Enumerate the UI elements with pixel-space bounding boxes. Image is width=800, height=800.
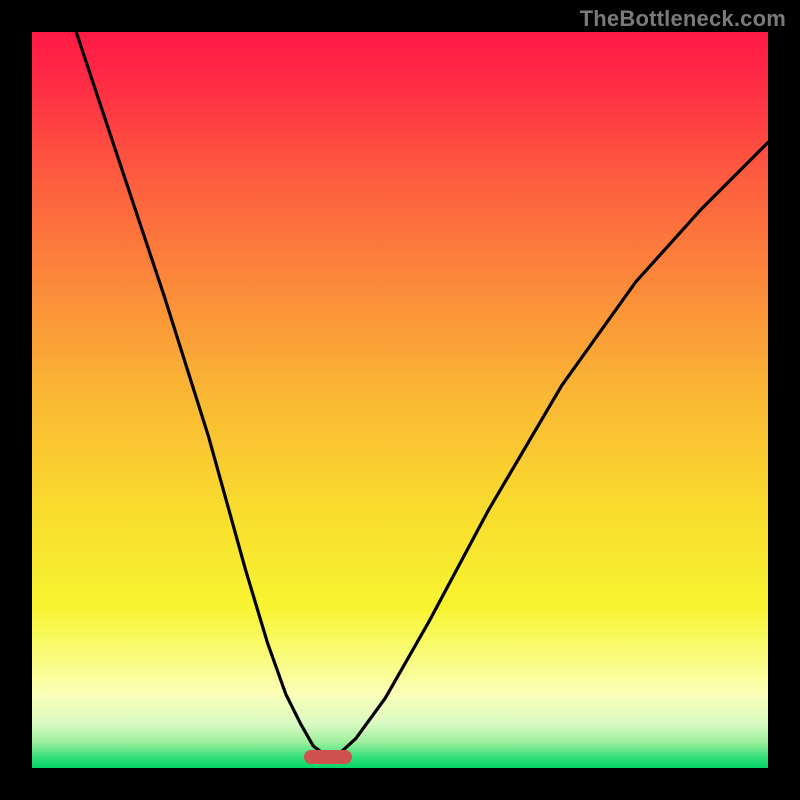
plot-area xyxy=(32,32,768,768)
valley-marker xyxy=(304,750,352,764)
canvas-root: TheBottleneck.com xyxy=(0,0,800,800)
watermark-text: TheBottleneck.com xyxy=(580,6,786,32)
bottleneck-curve xyxy=(32,32,768,768)
